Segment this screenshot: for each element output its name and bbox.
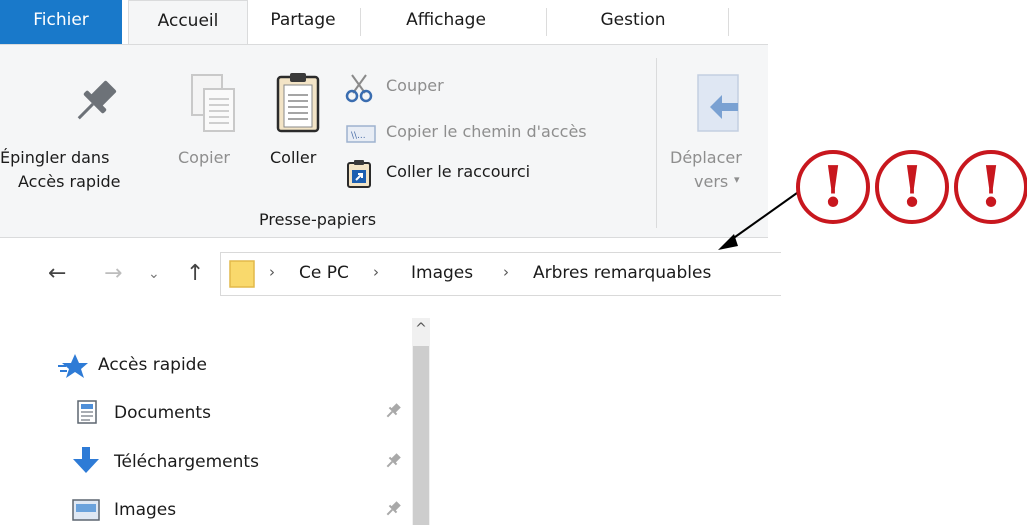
- back-arrow-icon[interactable]: ←: [48, 262, 66, 286]
- copy-icon: [191, 74, 235, 132]
- tab-gestion[interactable]: Gestion: [568, 0, 698, 44]
- pin-label-line2: Accès rapide: [18, 172, 121, 191]
- scissors-icon: [345, 74, 373, 103]
- clipboard-icon: [276, 73, 320, 133]
- recent-locations-chevron-icon[interactable]: ⌄: [148, 262, 160, 286]
- copy-button[interactable]: Copier: [178, 73, 258, 173]
- images-folder-icon: [72, 499, 100, 521]
- quick-access-star-icon: [58, 354, 88, 378]
- svg-text:\\...: \\...: [351, 131, 366, 141]
- move-to-button[interactable]: Déplacer vers ▾: [664, 71, 768, 191]
- nav-item-telechargements[interactable]: Téléchargements: [114, 452, 259, 472]
- pinned-icon: [384, 402, 402, 424]
- tab-affichage[interactable]: Affichage: [376, 0, 516, 44]
- move-to-label-line1: Déplacer: [670, 148, 742, 167]
- nav-item-images[interactable]: Images: [114, 500, 176, 520]
- address-bar[interactable]: › Ce PC › Images › Arbres remarquables: [220, 252, 781, 296]
- tab-fichier[interactable]: Fichier: [0, 0, 122, 44]
- up-arrow-icon[interactable]: ↑: [186, 262, 204, 286]
- cut-button[interactable]: Couper: [344, 73, 484, 103]
- copy-label: Copier: [178, 148, 230, 167]
- nav-quick-access[interactable]: Accès rapide: [98, 355, 207, 375]
- breadcrumb-images[interactable]: Images: [411, 263, 473, 283]
- navigation-pane: Accès rapide Documents Téléchargements I…: [0, 300, 412, 525]
- paste-label: Coller: [270, 148, 317, 167]
- ribbon-group-divider: [656, 58, 657, 228]
- breadcrumb-separator-icon: ›: [373, 263, 379, 281]
- warning-exclamation-icon: !: [796, 150, 870, 224]
- tab-divider: [546, 8, 547, 36]
- documents-icon: [77, 400, 97, 424]
- folder-icon: [229, 260, 255, 288]
- tab-divider: [728, 8, 729, 36]
- ribbon-tab-bar: Fichier Accueil Partage Affichage Gestio…: [0, 0, 740, 46]
- nav-item-documents[interactable]: Documents: [114, 403, 211, 423]
- scroll-up-chevron-icon[interactable]: ^: [412, 318, 430, 340]
- scrollbar-thumb[interactable]: [413, 346, 429, 525]
- breadcrumb-arbres-remarquables[interactable]: Arbres remarquables: [533, 263, 711, 283]
- breadcrumb-separator-icon: ›: [503, 263, 509, 281]
- warning-exclamation-icon: !: [875, 150, 949, 224]
- move-to-icon: [697, 74, 739, 132]
- download-arrow-icon: [73, 447, 99, 473]
- ribbon-bottom-border: [0, 237, 768, 238]
- pin-icon: [77, 80, 117, 120]
- pin-label-line1: Épingler dans: [0, 148, 110, 167]
- pinned-icon: [384, 500, 402, 522]
- copy-path-icon: \\...: [346, 125, 376, 143]
- copy-path-button[interactable]: \\... Copier le chemin d'accès: [344, 119, 644, 149]
- tab-accueil[interactable]: Accueil: [128, 0, 248, 46]
- pinned-icon: [384, 452, 402, 474]
- pin-to-quick-access-button[interactable]: Épingler dans Accès rapide: [0, 75, 174, 195]
- paste-shortcut-icon: [347, 160, 371, 188]
- warning-exclamation-icon: !: [954, 150, 1027, 224]
- tab-partage[interactable]: Partage: [248, 0, 358, 44]
- paste-shortcut-button[interactable]: Coller le raccourci: [344, 159, 584, 189]
- copy-path-label: Copier le chemin d'accès: [386, 122, 587, 141]
- tab-divider: [360, 8, 361, 36]
- forward-arrow-icon[interactable]: →: [104, 262, 122, 286]
- paste-shortcut-label: Coller le raccourci: [386, 162, 531, 181]
- ribbon-panel: Épingler dans Accès rapide Copier Coller…: [0, 44, 768, 238]
- breadcrumb-ce-pc[interactable]: Ce PC: [299, 263, 349, 283]
- breadcrumb-separator-icon: ›: [269, 263, 275, 281]
- clipboard-group-label: Presse-papiers: [259, 210, 377, 229]
- cut-label: Couper: [386, 76, 444, 95]
- paste-button[interactable]: Coller: [264, 71, 336, 173]
